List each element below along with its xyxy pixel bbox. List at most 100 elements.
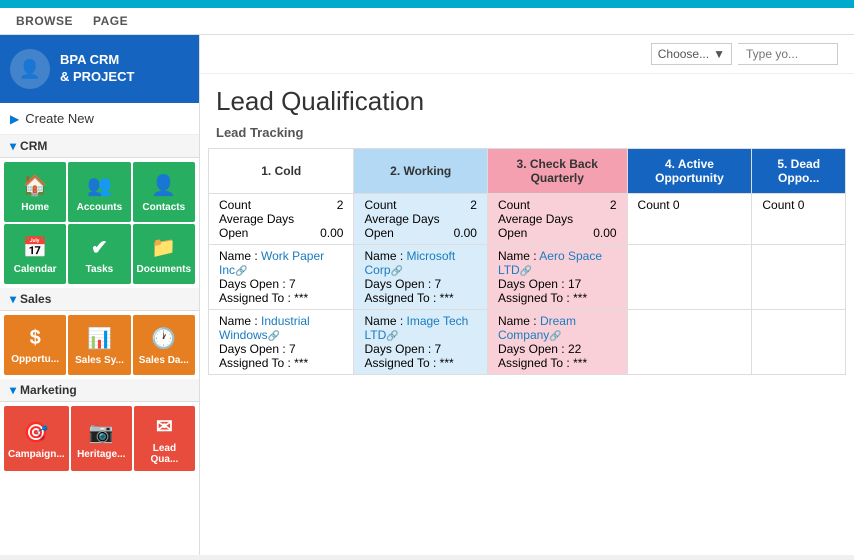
active-item-2 (627, 310, 752, 375)
sidebar-tile-lead-qualification[interactable]: ✉ Lead Qua... (134, 406, 195, 471)
days-open-label: Days Open : (219, 277, 289, 291)
main-header: Choose... ▼ (200, 35, 854, 74)
col-header-cold: 1. Cold (209, 149, 354, 194)
active-stats: Count 0 (627, 194, 752, 245)
assigned-label-q2: Assigned To : (498, 356, 573, 370)
menu-page[interactable]: PAGE (93, 14, 128, 28)
stats-row: Count2 Average Days Open0.00 Count2 Aver… (209, 194, 846, 245)
sidebar-tile-campaigns[interactable]: 🎯 Campaign... (4, 406, 69, 471)
days-open-label-q1: Days Open : (498, 277, 568, 291)
working-open-label: Open (364, 226, 393, 240)
working-stats: Count2 Average Days Open0.00 (354, 194, 487, 245)
cold-count-label: Count (219, 198, 251, 212)
search-input[interactable] (738, 43, 838, 65)
table-row: Name : Work Paper Inc🔗 Days Open : 7 Ass… (209, 245, 846, 310)
assigned-label: Assigned To : (219, 291, 294, 305)
working-item-2-assigned: *** (440, 356, 454, 370)
edit-icon-w1[interactable]: 🔗 (391, 266, 403, 277)
lead-qualification-icon: ✉ (156, 414, 173, 439)
sidebar-logo: 👤 BPA CRM & PROJECT (0, 35, 199, 103)
cold-stats: Count2 Average Days Open0.00 (209, 194, 354, 245)
chevron-down-sales-icon: ▾ (10, 292, 16, 306)
assigned-label-q1: Assigned To : (498, 291, 573, 305)
working-item-1-days: 7 (435, 277, 442, 291)
home-icon: 🏠 (23, 173, 48, 198)
col-header-quarterly: 3. Check BackQuarterly (487, 149, 627, 194)
dropdown-label: Choose... (658, 47, 709, 61)
edit-icon-w2[interactable]: 🔗 (386, 331, 398, 342)
menu-bar: BROWSE PAGE (0, 8, 854, 35)
quarterly-open-label: Open (498, 226, 527, 240)
active-item-1 (627, 245, 752, 310)
quarterly-count-label: Count (498, 198, 530, 212)
calendar-icon: 📅 (23, 235, 48, 260)
dead-count-value: 0 (798, 198, 805, 212)
sidebar-tile-documents[interactable]: 📁 Documents (133, 224, 195, 284)
assigned-label-w1: Assigned To : (364, 291, 439, 305)
working-item-1: Name : Microsoft Corp🔗 Days Open : 7 Ass… (354, 245, 487, 310)
edit-icon[interactable]: 🔗 (235, 266, 247, 277)
edit-icon-c2[interactable]: 🔗 (268, 331, 280, 342)
quarterly-item-2-days: 22 (568, 342, 581, 356)
col-header-working: 2. Working (354, 149, 487, 194)
days-open-label-q2: Days Open : (498, 342, 568, 356)
sales-grid: $ Opportu... 📊 Sales Sy... 🕐 Sales Da... (0, 311, 199, 379)
name-prefix-w2: Name : (364, 314, 406, 328)
dead-stats: Count 0 (752, 194, 846, 245)
chevron-down-icon: ▾ (10, 139, 16, 153)
cold-count-value: 2 (337, 198, 344, 212)
sidebar-tile-heritage[interactable]: 📷 Heritage... (71, 406, 132, 471)
logo-text: BPA CRM & PROJECT (60, 52, 134, 86)
quarterly-item-2: Name : Dream Company🔗 Days Open : 22 Ass… (487, 310, 627, 375)
assigned-label-c2: Assigned To : (219, 356, 294, 370)
section-title: Lead Tracking (200, 121, 854, 148)
days-open-label-c2: Days Open : (219, 342, 289, 356)
assigned-label-w2: Assigned To : (364, 356, 439, 370)
main-content: Choose... ▼ Lead Qualification Lead Trac… (200, 35, 854, 555)
name-prefix: Name : (219, 249, 261, 263)
days-open-label-w2: Days Open : (364, 342, 434, 356)
campaigns-icon: 🎯 (24, 420, 49, 445)
cold-avg-value: 0.00 (320, 226, 343, 240)
chevron-right-icon: ▶ (10, 112, 19, 126)
contacts-icon: 👤 (151, 173, 176, 198)
sidebar-tile-tasks[interactable]: ✔ Tasks (68, 224, 130, 284)
sidebar-tile-calendar[interactable]: 📅 Calendar (4, 224, 66, 284)
sidebar-tile-contacts[interactable]: 👤 Contacts (133, 162, 195, 222)
choose-dropdown[interactable]: Choose... ▼ (651, 43, 732, 65)
edit-icon-q2[interactable]: 🔗 (549, 331, 561, 342)
section-marketing: ▾ Marketing (0, 379, 199, 402)
heritage-icon: 📷 (89, 420, 114, 445)
sidebar-tile-opportunities[interactable]: $ Opportu... (4, 315, 66, 375)
quarterly-item-1-assigned: *** (573, 291, 587, 305)
tasks-icon: ✔ (91, 235, 108, 260)
sidebar: 👤 BPA CRM & PROJECT ▶ Create New ▾ CRM 🏠… (0, 35, 200, 555)
logo-person-icon: 👤 (19, 59, 41, 80)
chevron-down-marketing-icon: ▾ (10, 383, 16, 397)
top-accent-bar (0, 0, 854, 8)
name-prefix-q1: Name : (498, 249, 539, 263)
sidebar-tile-home[interactable]: 🏠 Home (4, 162, 66, 222)
dead-item-2 (752, 310, 846, 375)
lead-tracking-table: 1. Cold 2. Working 3. Check BackQuarterl… (208, 148, 846, 375)
section-crm: ▾ CRM (0, 135, 199, 158)
quarterly-avg-value: 0.00 (593, 226, 616, 240)
page-title: Lead Qualification (200, 74, 854, 121)
edit-icon-q1[interactable]: 🔗 (520, 266, 532, 277)
sidebar-tile-accounts[interactable]: 👥 Accounts (68, 162, 130, 222)
dropdown-arrow-icon: ▼ (713, 47, 725, 61)
menu-browse[interactable]: BROWSE (16, 14, 73, 28)
crm-grid: 🏠 Home 👥 Accounts 👤 Contacts 📅 Calendar … (0, 158, 199, 288)
create-new-button[interactable]: ▶ Create New (0, 103, 199, 135)
quarterly-item-1-days: 17 (568, 277, 581, 291)
dead-item-1 (752, 245, 846, 310)
working-item-1-assigned: *** (440, 291, 454, 305)
dead-count-label: Count (762, 198, 794, 212)
quarterly-count-value: 2 (610, 198, 617, 212)
sidebar-tile-sales-system[interactable]: 📊 Sales Sy... (68, 315, 130, 375)
col-header-dead: 5. Dead Oppo... (752, 149, 846, 194)
sidebar-tile-sales-dashboard[interactable]: 🕐 Sales Da... (133, 315, 195, 375)
cold-item-1: Name : Work Paper Inc🔗 Days Open : 7 Ass… (209, 245, 354, 310)
marketing-grid: 🎯 Campaign... 📷 Heritage... ✉ Lead Qua..… (0, 402, 199, 475)
sales-dashboard-icon: 🕐 (151, 326, 176, 351)
